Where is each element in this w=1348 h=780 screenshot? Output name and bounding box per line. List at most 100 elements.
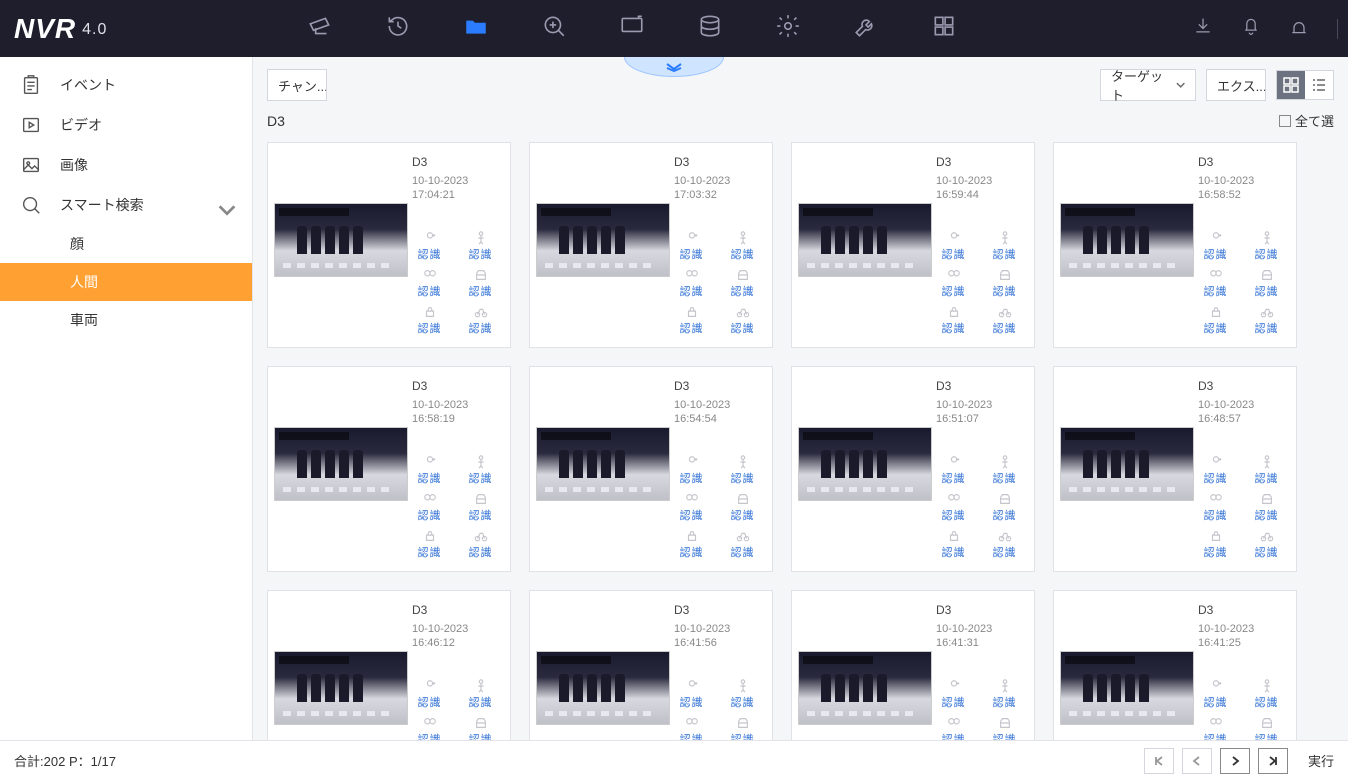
result-card[interactable]: D3 10-10-2023 16:59:44 認識認識認識認識認識認識	[791, 142, 1035, 348]
attribute-cell: 認識	[1245, 529, 1288, 560]
card-date: 10-10-2023	[412, 623, 468, 636]
nav-apps-icon[interactable]	[931, 13, 957, 44]
grid-view-button[interactable]	[1277, 71, 1305, 99]
result-card[interactable]: D3 10-10-2023 16:41:56 認識認識認識認識認識認識	[529, 590, 773, 740]
alarm-icon[interactable]	[1289, 16, 1309, 41]
card-thumbnail	[536, 651, 670, 725]
select-all[interactable]: 全て選	[1279, 111, 1334, 130]
card-camera: D3	[1198, 379, 1213, 393]
sidebar-item-video[interactable]: ビデオ	[0, 105, 252, 145]
sidebar-sub-vehicle[interactable]: 車両	[0, 301, 252, 339]
result-card[interactable]: D3 10-10-2023 16:54:54 認識認識認識認識認識認識	[529, 366, 773, 572]
header-actions	[1193, 16, 1338, 41]
target-dropdown[interactable]: ターゲット	[1100, 69, 1196, 101]
card-date: 10-10-2023	[412, 175, 468, 188]
attribute-cell: 認識	[932, 529, 975, 560]
top-nav	[307, 13, 957, 44]
attribute-cell: 認識	[1245, 268, 1288, 299]
nav-settings-icon[interactable]	[775, 13, 801, 44]
pager-prev[interactable]	[1182, 748, 1212, 774]
bell-icon[interactable]	[1241, 16, 1261, 41]
card-attributes: 認識認識認識認識認識認識	[1194, 679, 1288, 740]
attribute-cell: 認識	[721, 492, 764, 523]
card-time: 16:59:44	[936, 189, 979, 201]
attribute-cell: 認識	[670, 679, 713, 710]
attribute-cell: 認識	[408, 231, 451, 262]
nav-camera-icon[interactable]	[307, 13, 333, 44]
view-toggle	[1276, 70, 1334, 100]
card-time: 16:54:54	[674, 413, 717, 425]
attribute-cell: 認識	[670, 268, 713, 299]
attribute-cell: 認識	[459, 679, 502, 710]
attribute-cell: 認識	[1194, 455, 1237, 486]
card-thumbnail	[274, 651, 408, 725]
sidebar-item-image[interactable]: 画像	[0, 145, 252, 185]
result-card[interactable]: D3 10-10-2023 16:51:07 認識認識認識認識認識認識	[791, 366, 1035, 572]
card-date: 10-10-2023	[936, 623, 992, 636]
result-card[interactable]: D3 10-10-2023 16:58:52 認識認識認識認識認識認識	[1053, 142, 1297, 348]
result-card[interactable]: D3 10-10-2023 17:03:32 認識認識認識認識認識認識	[529, 142, 773, 348]
sidebar-sub-face[interactable]: 顔	[0, 225, 252, 263]
pager-next[interactable]	[1220, 748, 1250, 774]
sidebar-item-event[interactable]: イベント	[0, 65, 252, 105]
sidebar-sub-human[interactable]: 人間	[0, 263, 252, 301]
card-camera: D3	[412, 155, 427, 169]
attribute-cell: 認識	[1194, 231, 1237, 262]
attribute-cell: 認識	[983, 455, 1026, 486]
card-date: 10-10-2023	[1198, 623, 1254, 636]
result-card[interactable]: D3 10-10-2023 16:58:19 認識認識認識認識認識認識	[267, 366, 511, 572]
export-button[interactable]: エクス...	[1206, 69, 1266, 101]
result-card[interactable]: D3 10-10-2023 16:46:12 認識認識認識認識認識認識	[267, 590, 511, 740]
sidebar-item-label: スマート検索	[60, 195, 144, 215]
card-attributes: 認識認識認識認識認識認識	[932, 455, 1026, 560]
attribute-cell: 認識	[1194, 529, 1237, 560]
attribute-cell: 認識	[408, 305, 451, 336]
smart-search-icon	[20, 194, 42, 216]
card-attributes: 認識認識認識認識認識認識	[408, 455, 502, 560]
nav-monitor-icon[interactable]	[619, 13, 645, 44]
card-thumbnail	[536, 427, 670, 501]
sidebar-item-label: ビデオ	[60, 115, 102, 135]
result-card[interactable]: D3 10-10-2023 16:41:25 認識認識認識認識認識認識	[1053, 590, 1297, 740]
card-time: 16:41:31	[936, 637, 979, 649]
nav-maintenance-icon[interactable]	[853, 13, 879, 44]
attribute-cell: 認識	[459, 268, 502, 299]
video-icon	[20, 114, 42, 136]
card-time: 16:48:57	[1198, 413, 1241, 425]
total-label: 合計:202 P：1/17	[14, 751, 116, 770]
toolbar: チャン... ターゲット エクス...	[253, 57, 1348, 107]
card-thumbnail	[1060, 203, 1194, 277]
result-card[interactable]: D3 10-10-2023 16:48:57 認識認識認識認識認識認識	[1053, 366, 1297, 572]
attribute-cell: 認識	[1245, 231, 1288, 262]
result-card[interactable]: D3 10-10-2023 17:04:21 認識認識認識認識認識認識	[267, 142, 511, 348]
attribute-cell: 認識	[1245, 716, 1288, 740]
nav-playback-icon[interactable]	[385, 13, 411, 44]
card-thumbnail	[798, 651, 932, 725]
app-logo: NVR4.0	[0, 13, 117, 45]
nav-files-icon[interactable]	[463, 13, 489, 44]
card-camera: D3	[1198, 155, 1213, 169]
card-date: 10-10-2023	[412, 399, 468, 412]
attribute-cell: 認識	[983, 679, 1026, 710]
execute-button[interactable]: 実行	[1308, 751, 1334, 770]
attribute-cell: 認識	[721, 305, 764, 336]
attribute-cell: 認識	[1194, 268, 1237, 299]
card-thumbnail	[1060, 427, 1194, 501]
list-view-button[interactable]	[1305, 71, 1333, 99]
sidebar-item-smart-search[interactable]: スマート検索	[0, 185, 252, 225]
nav-storage-icon[interactable]	[697, 13, 723, 44]
pager-first[interactable]	[1144, 748, 1174, 774]
card-attributes: 認識認識認識認識認識認識	[670, 679, 764, 740]
pager-last[interactable]	[1258, 748, 1288, 774]
download-icon[interactable]	[1193, 16, 1213, 41]
attribute-cell: 認識	[459, 492, 502, 523]
results-grid: D3 10-10-2023 17:04:21 認識認識認識認識認識認識 D3 1…	[253, 138, 1348, 740]
result-card[interactable]: D3 10-10-2023 16:41:31 認識認識認識認識認識認識	[791, 590, 1035, 740]
attribute-cell: 認識	[721, 231, 764, 262]
attribute-cell: 認識	[721, 268, 764, 299]
attribute-cell: 認識	[983, 716, 1026, 740]
channel-button[interactable]: チャン...	[267, 69, 327, 101]
card-attributes: 認識認識認識認識認識認識	[932, 231, 1026, 336]
nav-search-icon[interactable]	[541, 13, 567, 44]
attribute-cell: 認識	[408, 268, 451, 299]
